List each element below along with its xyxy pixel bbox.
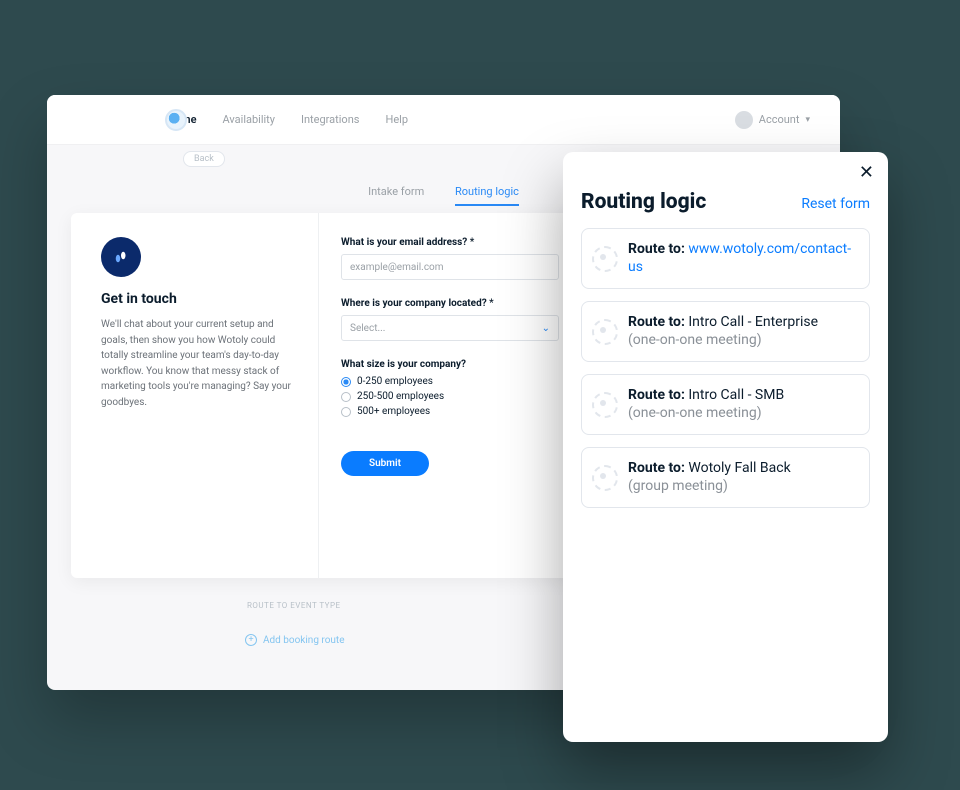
add-booking-route[interactable]: + Add booking route	[245, 634, 577, 646]
route-card-0[interactable]: Route to: www.wotoly.com/contact-us	[581, 228, 870, 289]
route-section-label: ROUTE TO EVENT TYPE	[247, 601, 577, 610]
route-destination: Wotoly Fall Back	[688, 460, 790, 476]
size-option-0-label: 0-250 employees	[357, 376, 433, 387]
email-label: What is your email address? *	[341, 237, 559, 248]
account-menu[interactable]: Account ▾	[735, 111, 810, 129]
route-subtitle: (group meeting)	[628, 478, 791, 496]
below-card-area: ROUTE TO EVENT TYPE + Add booking route	[227, 593, 577, 646]
size-option-2[interactable]: 500+ employees	[341, 406, 559, 417]
chevron-down-icon: ▾	[805, 115, 810, 125]
card-title: Get in touch	[101, 291, 298, 307]
radio-icon	[341, 407, 351, 417]
routing-panel: ✕ Routing logic Reset form Route to: www…	[563, 152, 888, 742]
nav-help[interactable]: Help	[385, 113, 408, 126]
spinner-icon	[592, 319, 618, 345]
add-route-label: Add booking route	[263, 635, 345, 646]
size-option-2-label: 500+ employees	[357, 406, 430, 417]
card-description: Get in touch We'll chat about your curre…	[71, 213, 319, 578]
location-select[interactable]: Select... ⌄	[341, 315, 559, 341]
account-label: Account	[759, 113, 800, 126]
spinner-icon	[592, 465, 618, 491]
company-logo	[101, 237, 141, 277]
spinner-icon	[592, 246, 618, 272]
chevron-down-icon: ⌄	[542, 323, 550, 334]
size-option-1-label: 250-500 employees	[357, 391, 444, 402]
route-card-2[interactable]: Route to: Intro Call - SMB (one-on-one m…	[581, 374, 870, 435]
route-label: Route to:	[628, 387, 685, 403]
card-body: We'll chat about your current setup and …	[101, 317, 298, 410]
size-label: What size is your company?	[341, 359, 559, 370]
panel-title: Routing logic	[581, 190, 706, 214]
plus-icon: +	[245, 634, 257, 646]
brand-logo	[165, 109, 187, 131]
radio-icon	[341, 377, 351, 387]
card-form: What is your email address? * Where is y…	[319, 213, 581, 578]
pill-icon	[112, 248, 130, 266]
route-subtitle: (one-on-one meeting)	[628, 332, 818, 350]
intake-card: Get in touch We'll chat about your curre…	[71, 213, 581, 578]
size-option-0[interactable]: 0-250 employees	[341, 376, 559, 387]
tab-intake-form[interactable]: Intake form	[368, 185, 424, 204]
spinner-icon	[592, 392, 618, 418]
tab-routing-logic[interactable]: Routing logic	[455, 185, 519, 206]
nav-integrations[interactable]: Integrations	[301, 113, 359, 126]
route-label: Route to:	[628, 460, 685, 476]
back-button[interactable]: Back	[183, 151, 225, 167]
nav-availability[interactable]: Availability	[223, 113, 275, 126]
email-input[interactable]	[341, 254, 559, 280]
route-label: Route to:	[628, 314, 685, 330]
route-card-3[interactable]: Route to: Wotoly Fall Back (group meetin…	[581, 447, 870, 508]
location-label: Where is your company located? *	[341, 298, 559, 309]
route-card-1[interactable]: Route to: Intro Call - Enterprise (one-o…	[581, 301, 870, 362]
avatar	[735, 111, 753, 129]
size-option-1[interactable]: 250-500 employees	[341, 391, 559, 402]
radio-icon	[341, 392, 351, 402]
reset-form-link[interactable]: Reset form	[801, 196, 870, 212]
location-placeholder: Select...	[350, 323, 385, 334]
route-label: Route to:	[628, 241, 685, 257]
route-subtitle: (one-on-one meeting)	[628, 405, 784, 423]
close-icon[interactable]: ✕	[859, 164, 874, 182]
route-destination: Intro Call - SMB	[688, 387, 784, 403]
route-destination: Intro Call - Enterprise	[688, 314, 818, 330]
submit-button[interactable]: Submit	[341, 451, 429, 476]
